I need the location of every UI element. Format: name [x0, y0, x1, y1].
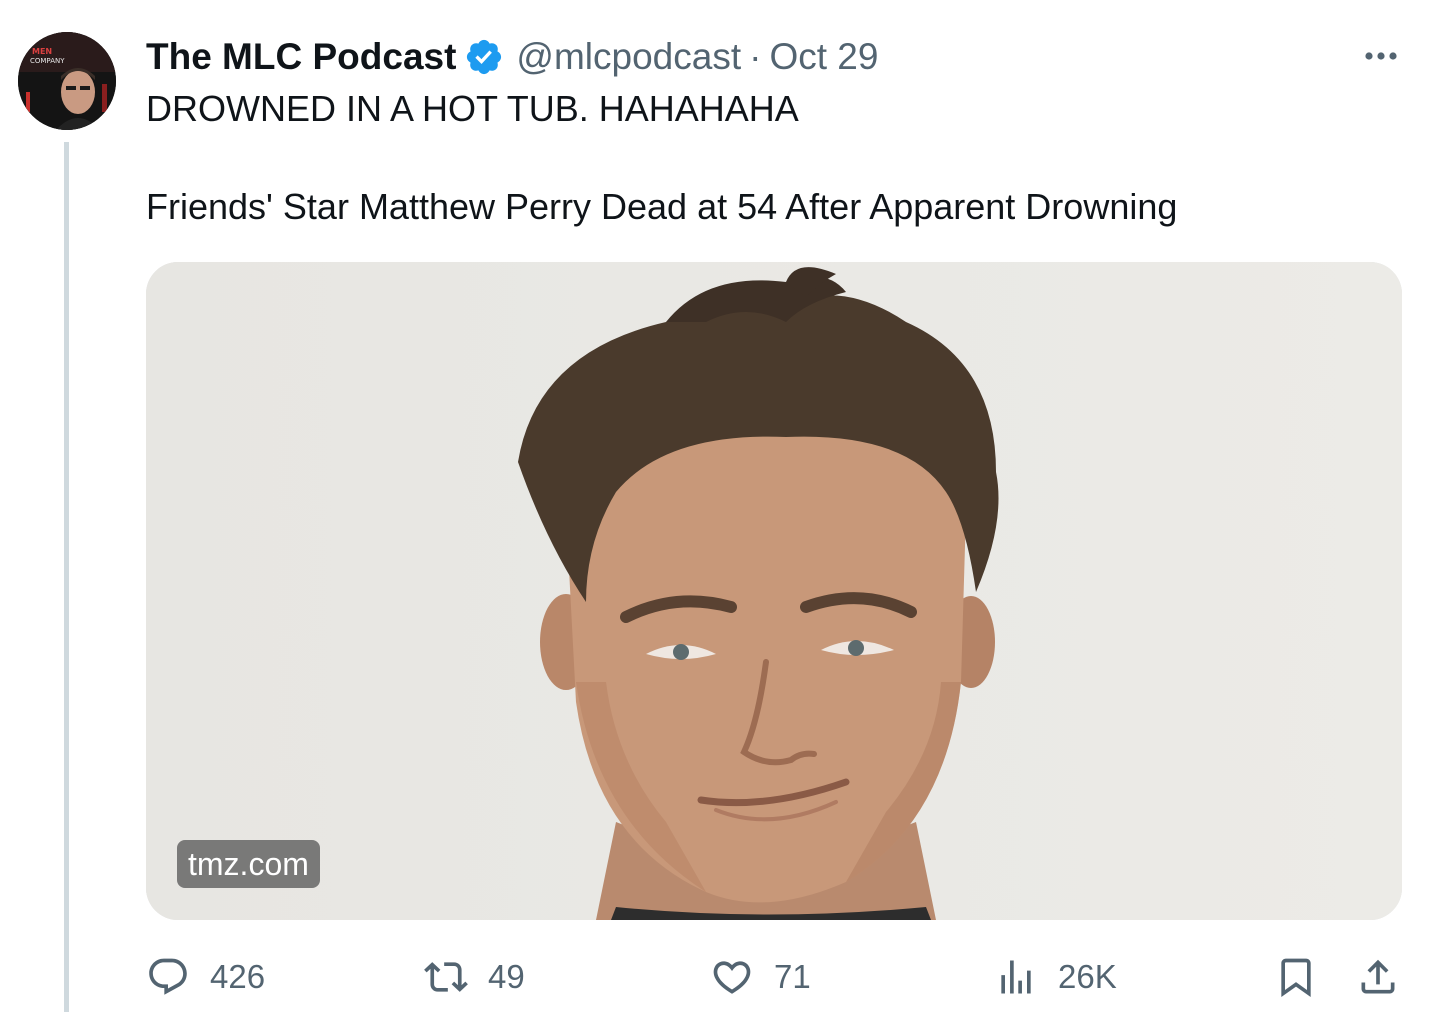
- retweet-button[interactable]: 49: [424, 950, 525, 1004]
- tweet-date[interactable]: Oct 29: [769, 36, 878, 78]
- link-domain-badge: tmz.com: [177, 840, 320, 888]
- reply-count: 426: [210, 958, 266, 995]
- views-button[interactable]: 26K: [994, 950, 1117, 1004]
- svg-text:COMPANY: COMPANY: [30, 57, 65, 65]
- more-horizontal-icon: [1365, 52, 1397, 60]
- avatar-image: MEN COMPANY: [18, 32, 116, 130]
- tweet-header: The MLC Podcast @mlcpodcast · Oct 29: [146, 32, 878, 82]
- reply-bubble-icon: [149, 958, 187, 995]
- tweet-text-line-1: DROWNED IN A HOT TUB. HAHAHAHA: [146, 88, 799, 129]
- retweet-count: 49: [488, 958, 525, 995]
- tweet-text-line-2: Friends' Star Matthew Perry Dead at 54 A…: [146, 186, 1178, 227]
- more-options-button[interactable]: [1356, 36, 1406, 76]
- bookmark-icon: [1281, 958, 1311, 998]
- reply-button[interactable]: 426: [146, 950, 265, 1004]
- heart-icon: [713, 961, 751, 994]
- link-card[interactable]: tmz.com: [146, 262, 1402, 920]
- display-name[interactable]: The MLC Podcast: [146, 36, 456, 78]
- share-button[interactable]: [1356, 950, 1400, 1004]
- like-count: 71: [774, 958, 811, 995]
- share-upload-icon: [1361, 959, 1395, 994]
- separator-dot: ·: [749, 36, 762, 77]
- retweet-icon: [424, 962, 468, 992]
- bookmark-button[interactable]: [1274, 950, 1318, 1004]
- thread-line: [64, 142, 69, 1012]
- avatar[interactable]: MEN COMPANY: [18, 32, 116, 130]
- tweet-actions: 426 49 71 26K: [146, 950, 1402, 1004]
- verified-badge-icon: [464, 37, 504, 77]
- link-card-image: [146, 262, 1402, 920]
- bar-chart-icon: [1001, 960, 1031, 994]
- like-button[interactable]: 71: [710, 950, 811, 1004]
- user-handle[interactable]: @mlcpodcast: [516, 36, 741, 78]
- tweet[interactable]: MEN COMPANY The MLC Podcast @mlcpodcast …: [0, 0, 1440, 1012]
- svg-text:MEN: MEN: [32, 47, 52, 56]
- view-count: 26K: [1058, 958, 1117, 995]
